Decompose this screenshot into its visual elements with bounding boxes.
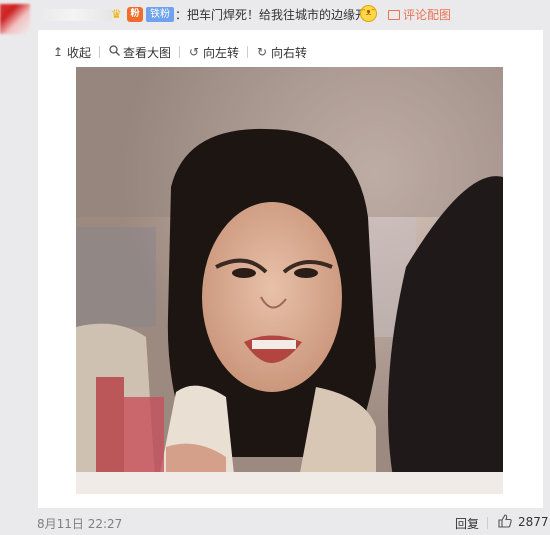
up-arrow-icon: ↥ <box>52 45 64 59</box>
crown-icon: ♛ <box>111 7 122 21</box>
comment-footer: 8月11日 22:27 回复 2877 <box>0 510 550 535</box>
comment-header: ♛ 粉 铁粉 ：把车门焊死！给我往城市的边缘开 ᵔᴥᵔ 评论配图 <box>0 0 550 34</box>
collapse-button[interactable]: ↥ 收起 <box>52 44 91 60</box>
comment-text: ：把车门焊死！给我往城市的边缘开 <box>175 8 368 22</box>
rotate-right-icon: ↻ <box>257 45 268 59</box>
toolbar-divider <box>179 46 181 58</box>
rotate-right-button[interactable]: ↻ 向右转 <box>256 44 307 60</box>
like-count: 2877 <box>518 515 549 529</box>
rotate-left-icon: ↺ <box>189 45 200 59</box>
avatar[interactable] <box>0 4 30 34</box>
collapse-label: 收起 <box>67 45 92 60</box>
rotate-left-label: 向左转 <box>203 45 240 60</box>
fans-level-icon: 粉 <box>127 7 143 22</box>
doge-emoji-icon: ᵔᴥᵔ <box>360 5 377 22</box>
toolbar-divider <box>247 46 249 58</box>
image-toolbar: ↥ 收起 查看大图 ↺ 向左转 ↻ 向右转 <box>52 44 311 60</box>
toolbar-divider <box>99 46 101 58</box>
woman-grimace-photo <box>76 67 503 494</box>
fan-badge[interactable]: 铁粉 <box>146 7 174 22</box>
reply-with-image-link[interactable]: 评论配图 <box>388 6 451 24</box>
search-icon <box>108 45 120 59</box>
reply-with-image-label: 评论配图 <box>403 8 452 22</box>
footer-divider <box>487 517 488 529</box>
timestamp: 8月11日 22:27 <box>37 517 123 531</box>
reply-button[interactable]: 回复 <box>455 515 479 532</box>
picture-icon <box>388 10 400 20</box>
thumb-up-icon[interactable] <box>498 514 512 532</box>
view-large-button[interactable]: 查看大图 <box>108 44 171 60</box>
username-blurred[interactable] <box>36 9 112 21</box>
view-large-label: 查看大图 <box>123 45 172 60</box>
rotate-right-label: 向右转 <box>271 45 308 60</box>
comment-image[interactable] <box>76 67 503 494</box>
rotate-left-button[interactable]: ↺ 向左转 <box>188 44 239 60</box>
